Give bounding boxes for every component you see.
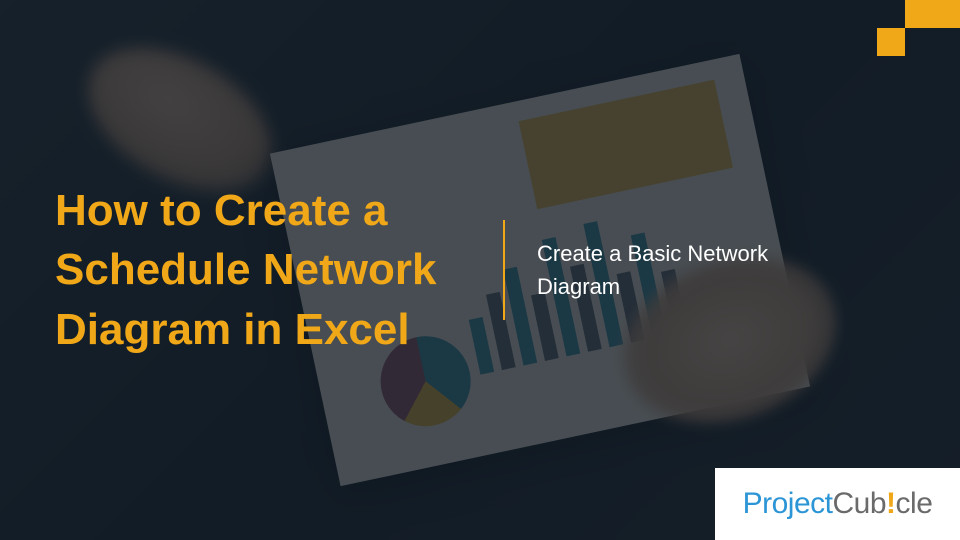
content-area: How to Create a Schedule Network Diagram… xyxy=(0,0,960,540)
vertical-divider xyxy=(503,220,505,320)
accent-square-small xyxy=(877,28,905,56)
logo-part-exclaim: ! xyxy=(886,487,896,520)
logo-container: ProjectCub!cle xyxy=(715,468,960,540)
logo-text: ProjectCub!cle xyxy=(743,487,933,521)
logo-part-cle: cle xyxy=(896,487,933,520)
logo-part-project: Project xyxy=(743,487,833,520)
logo-part-cub: Cub xyxy=(832,487,886,520)
subtitle: Create a Basic Network Diagram xyxy=(537,237,777,303)
accent-square-large xyxy=(905,0,960,28)
main-title: How to Create a Schedule Network Diagram… xyxy=(55,181,475,359)
